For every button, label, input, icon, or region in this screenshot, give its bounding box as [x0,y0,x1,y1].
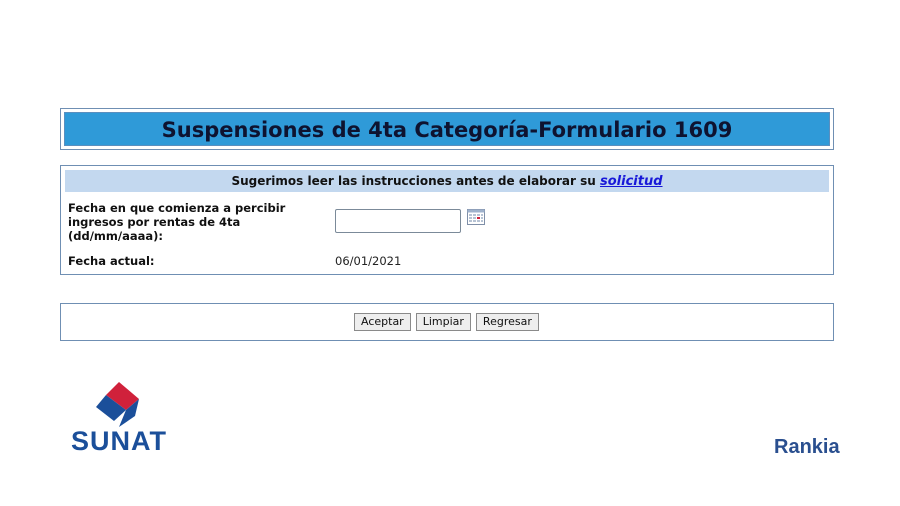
sunat-logo: SUNAT [56,380,182,456]
clear-button[interactable]: Limpiar [415,313,471,331]
hint-text: Sugerimos leer las instrucciones antes d… [231,174,600,188]
title-panel: Suspensiones de 4ta Categoría-Formulario… [60,108,834,150]
start-date-input[interactable] [335,209,461,233]
sunat-wordmark: SUNAT [71,426,167,456]
buttons-panel: Aceptar Limpiar Regresar [60,303,834,341]
accept-button[interactable]: Aceptar [354,313,411,331]
rankia-logo: Rankia [774,436,840,458]
instructions-hint: Sugerimos leer las instrucciones antes d… [65,170,829,192]
action-buttons: Aceptar Limpiar Regresar [354,313,539,331]
page-title: Suspensiones de 4ta Categoría-Formulario… [64,112,830,146]
start-date-label: Fecha en que comienza a percibir ingreso… [68,201,286,243]
form-panel: Sugerimos leer las instrucciones antes d… [60,165,834,275]
calendar-icon[interactable] [467,209,485,225]
sunat-emblem-icon [96,382,139,427]
back-button[interactable]: Regresar [475,313,539,331]
current-date-label: Fecha actual: [68,254,155,268]
solicitud-link[interactable]: solicitud [600,174,663,189]
current-date-value: 06/01/2021 [335,254,402,268]
